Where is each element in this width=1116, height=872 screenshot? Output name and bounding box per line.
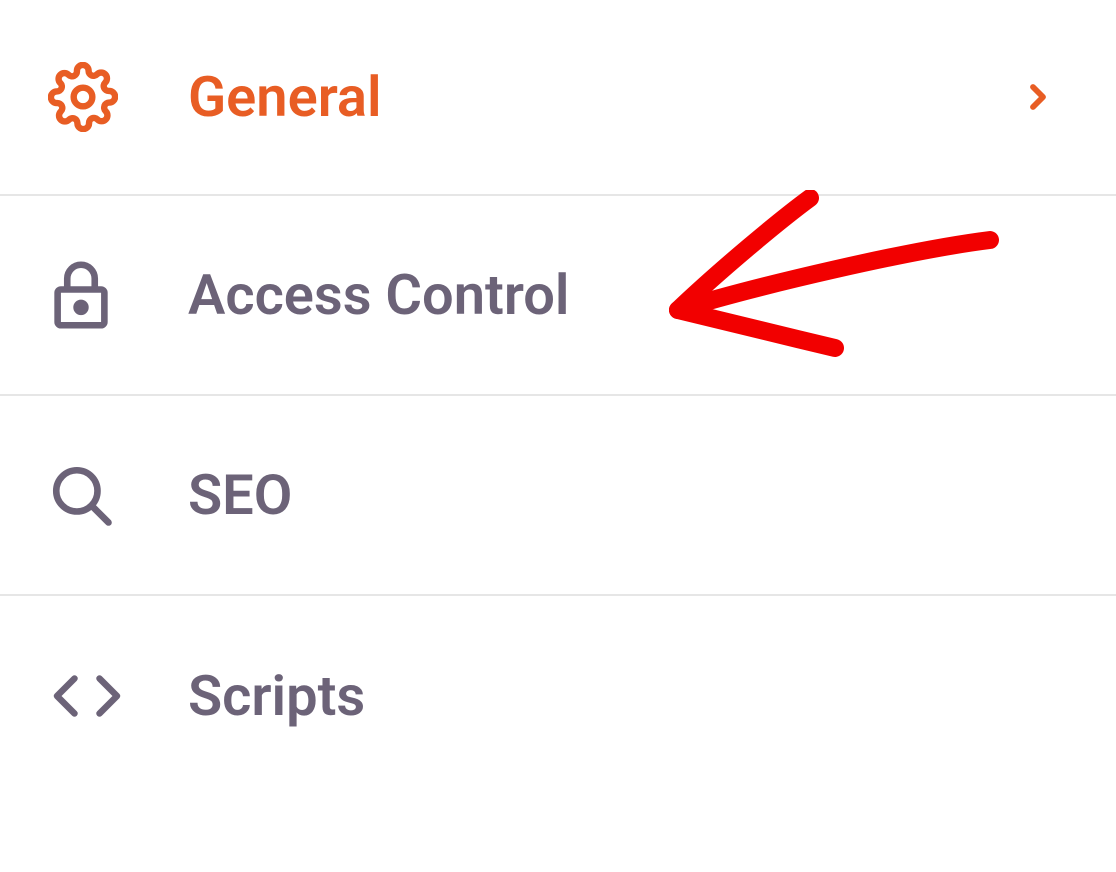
menu-item-seo[interactable]: SEO <box>0 396 1116 596</box>
search-icon <box>48 462 128 528</box>
menu-item-scripts[interactable]: Scripts <box>0 596 1116 796</box>
gear-icon <box>48 62 128 132</box>
lock-icon <box>48 258 128 332</box>
settings-menu: General Access Control SEO <box>0 0 1116 796</box>
menu-item-general[interactable]: General <box>0 0 1116 196</box>
menu-item-label: Access Control <box>188 262 1068 328</box>
code-icon <box>48 666 128 726</box>
chevron-right-icon <box>1008 77 1068 117</box>
menu-item-label: General <box>188 64 1008 130</box>
menu-item-label: Scripts <box>188 663 1068 729</box>
menu-item-access-control[interactable]: Access Control <box>0 196 1116 396</box>
menu-item-label: SEO <box>188 462 1068 528</box>
